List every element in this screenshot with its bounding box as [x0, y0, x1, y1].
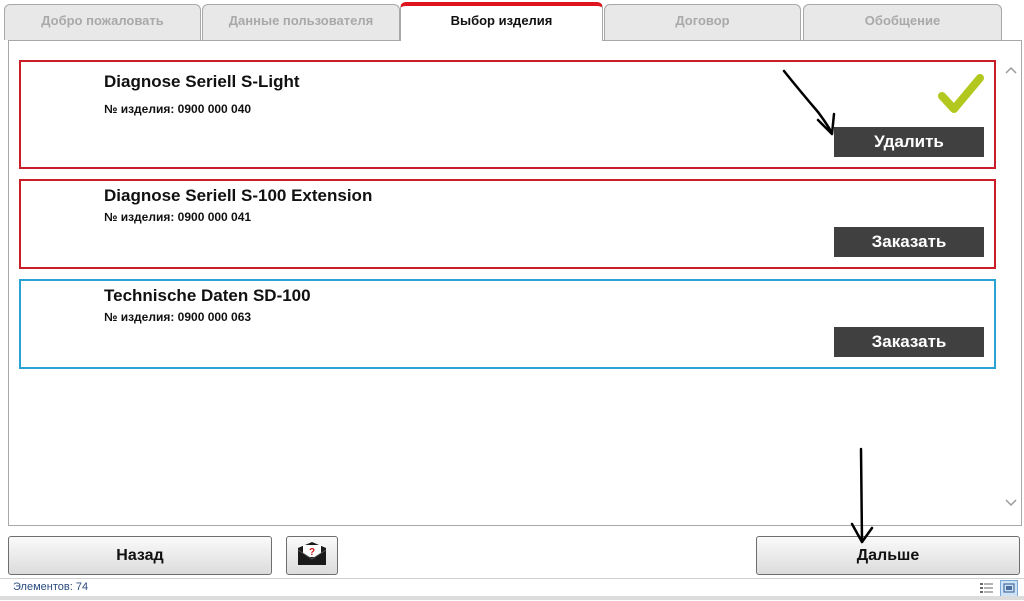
tab-product-selection[interactable]: Выбор изделия	[400, 2, 603, 41]
product-card: Technische Daten SD-100 № изделия: 0900 …	[19, 279, 996, 369]
product-title: Diagnose Seriell S-100 Extension	[104, 186, 373, 205]
product-card: Diagnose Seriell S-Light № изделия: 0900…	[19, 60, 996, 169]
remove-button[interactable]: Удалить	[834, 127, 984, 157]
taskbar-edge	[0, 596, 1024, 600]
tab-user-data[interactable]: Данные пользователя	[202, 4, 400, 40]
details-view-icon[interactable]	[979, 582, 994, 595]
product-number: № изделия: 0900 000 041	[104, 210, 252, 224]
product-card: Diagnose Seriell S-100 Extension № издел…	[19, 179, 996, 269]
product-title: Technische Daten SD-100	[104, 286, 311, 305]
items-count: Элементов: 74	[13, 581, 89, 593]
svg-text:?: ?	[309, 547, 315, 558]
scroll-up-icon[interactable]	[1002, 61, 1020, 79]
tab-welcome[interactable]: Добро пожаловать	[4, 4, 201, 40]
help-mail-button[interactable]: ?	[286, 536, 338, 575]
checkmark-icon	[938, 74, 984, 114]
mail-question-icon: ?	[297, 542, 327, 580]
product-title: Diagnose Seriell S-Light	[104, 72, 300, 91]
order-button[interactable]: Заказать	[834, 227, 984, 257]
scroll-down-icon[interactable]	[1002, 494, 1020, 512]
large-icons-view-icon[interactable]	[1000, 580, 1018, 597]
product-number: № изделия: 0900 000 040	[104, 102, 252, 116]
product-number: № изделия: 0900 000 063	[104, 310, 252, 324]
next-button[interactable]: Дальше	[756, 536, 1020, 575]
tab-summary[interactable]: Обобщение	[803, 4, 1002, 40]
order-button[interactable]: Заказать	[834, 327, 984, 357]
tab-contract[interactable]: Договор	[604, 4, 801, 40]
vertical-scrollbar[interactable]	[1002, 41, 1020, 525]
back-button[interactable]: Назад	[8, 536, 272, 575]
